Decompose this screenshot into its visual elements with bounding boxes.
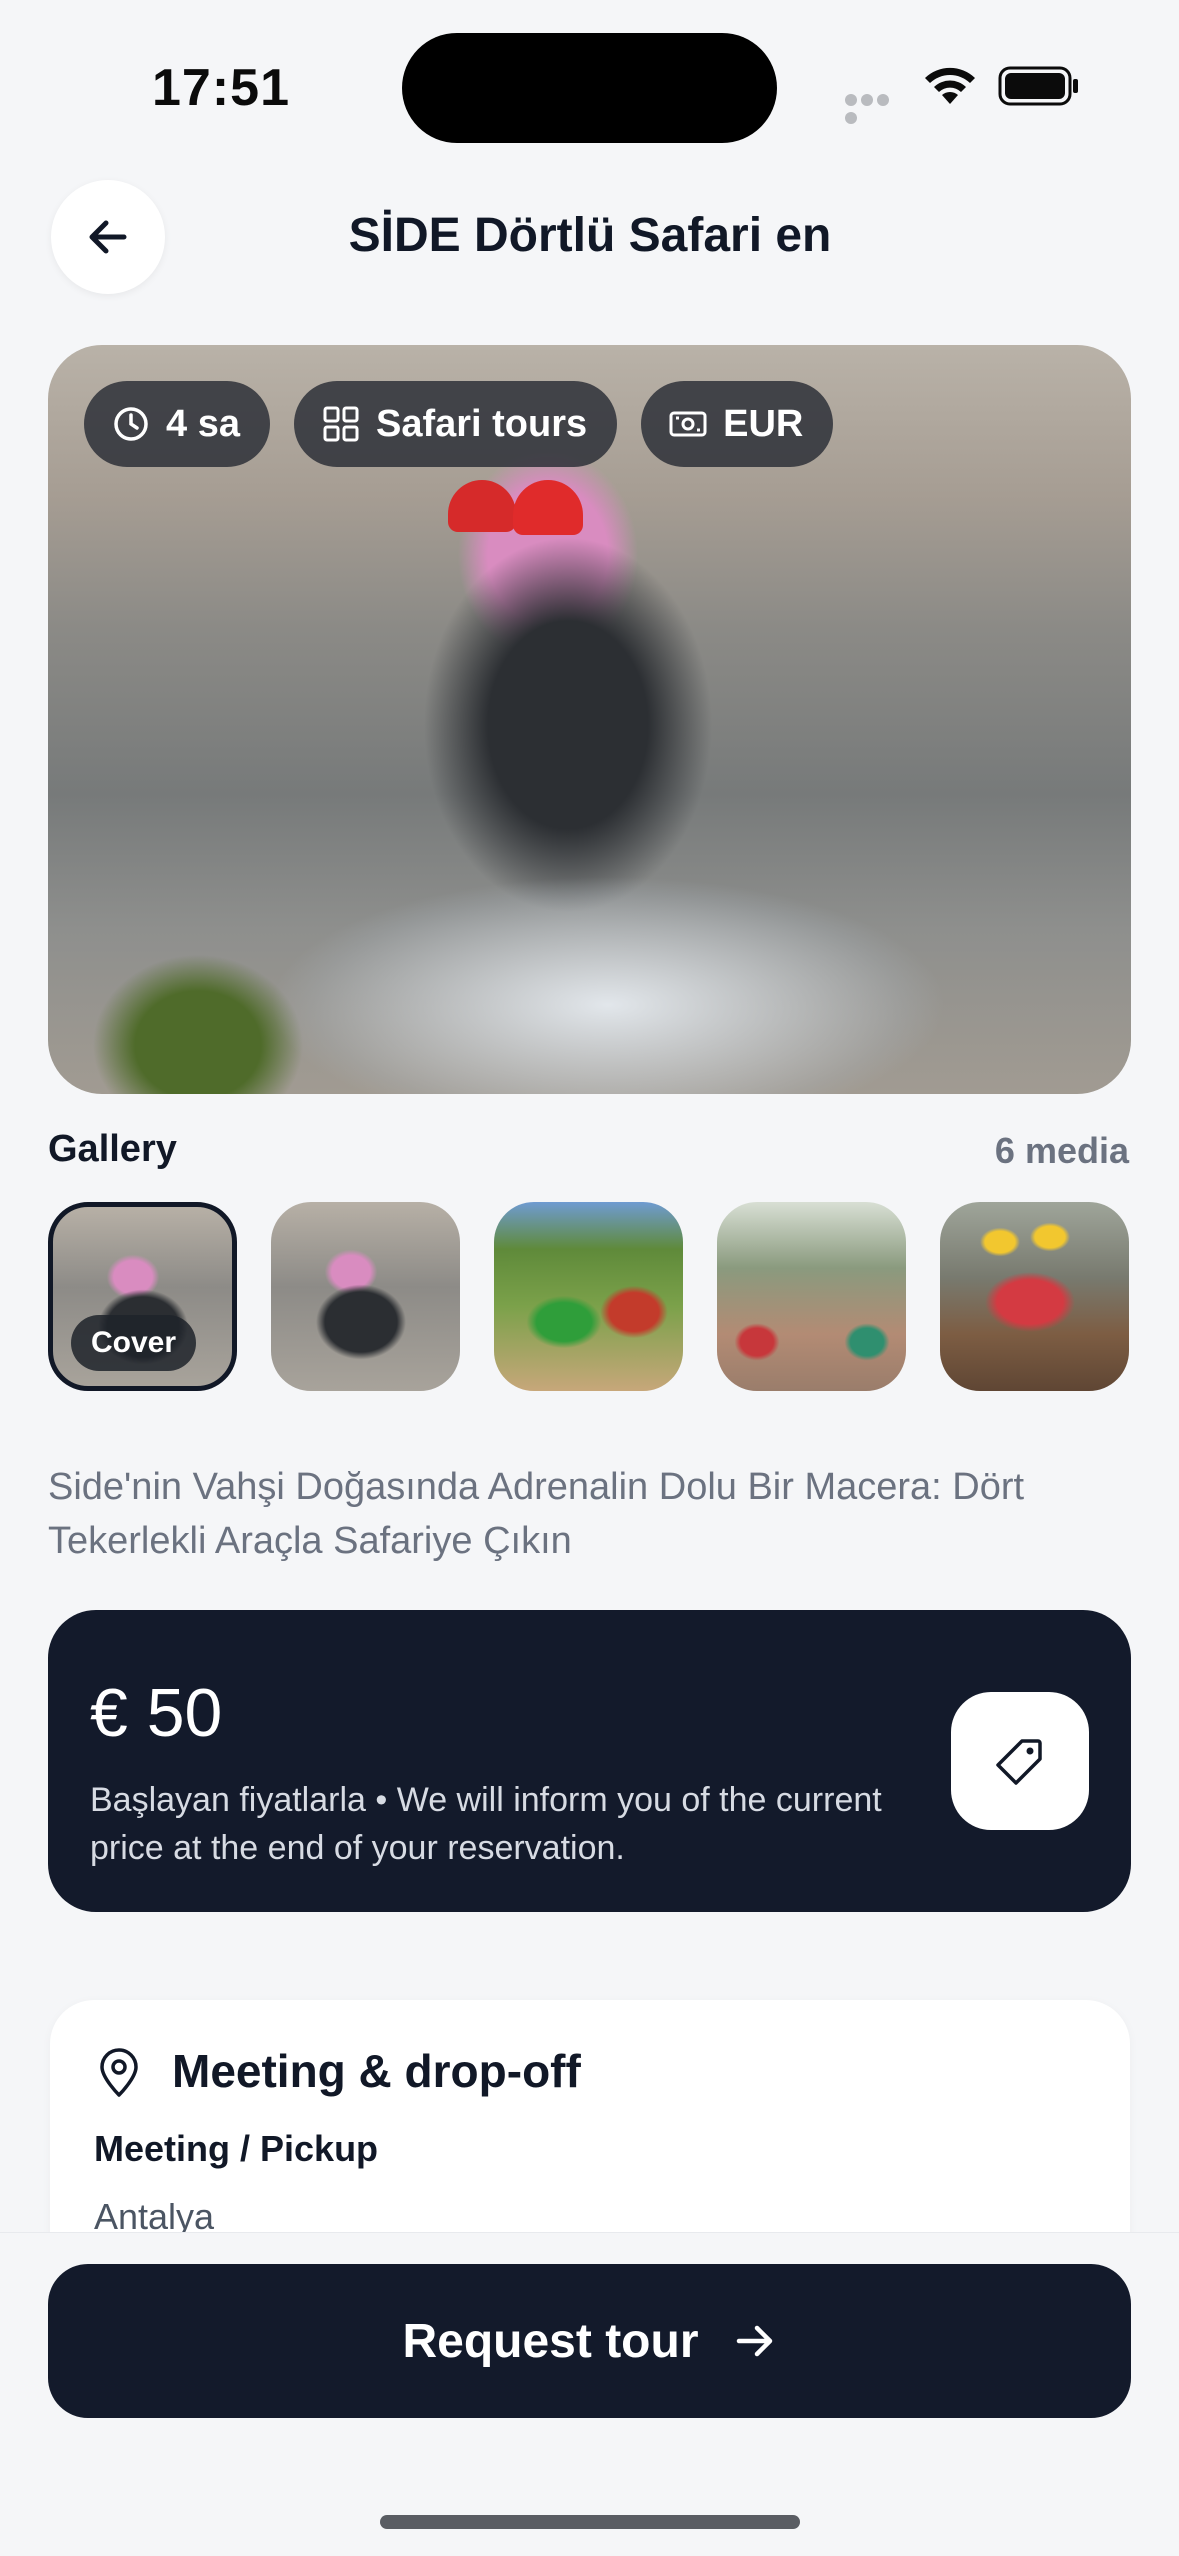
grid-icon [323, 406, 359, 442]
currency-chip: EUR [641, 381, 834, 467]
status-time: 17:51 [152, 59, 290, 117]
gallery-thumbnail[interactable] [271, 1202, 460, 1391]
hero-image[interactable]: 4 sa Safari tours EUR [48, 345, 1131, 1094]
hero-detail [448, 480, 516, 532]
cellular-signal-icon [845, 93, 905, 124]
map-pin-icon [100, 2048, 138, 2097]
duration-label: 4 sa [166, 402, 240, 445]
gallery-thumbnails: Cover [48, 1202, 1129, 1391]
wifi-icon [925, 67, 975, 104]
meeting-title: Meeting & drop-off [172, 2045, 581, 2097]
dynamic-island [402, 33, 777, 143]
hero-chips: 4 sa Safari tours EUR [84, 381, 834, 467]
home-indicator [380, 2515, 800, 2529]
duration-chip: 4 sa [84, 381, 270, 467]
back-button[interactable] [51, 180, 165, 294]
category-chip: Safari tours [293, 381, 618, 467]
price-card: € 50 Başlayan fiyatlarla • We will infor… [48, 1610, 1131, 1912]
battery-icon [998, 66, 1078, 106]
hero-detail [513, 480, 583, 535]
meeting-subtitle: Meeting / Pickup [94, 2128, 379, 2169]
arrow-left-icon [89, 220, 127, 254]
page-title: SİDE Dörtlü Safari en [348, 209, 832, 262]
price-amount: € 50 [90, 1675, 223, 1751]
price-note: Başlayan fiyatlarla • We will inform you… [90, 1781, 882, 1867]
clock-icon [114, 407, 148, 441]
gallery-thumbnail[interactable]: Cover [48, 1202, 237, 1391]
status-bar: 17:51 [0, 0, 1179, 170]
gallery-title: Gallery [48, 1128, 177, 1170]
request-tour-button[interactable]: Request tour [48, 2264, 1131, 2418]
banknote-icon [669, 411, 707, 437]
gallery-thumbnail[interactable] [940, 1202, 1129, 1391]
gallery-thumbnail[interactable] [717, 1202, 906, 1391]
tag-icon [996, 1739, 1042, 1785]
currency-label: EUR [723, 402, 804, 445]
tour-description: Side'nin Vahşi Doğasında Adrenalin Dolu … [48, 1466, 1025, 1562]
gallery-thumbnail[interactable] [494, 1202, 683, 1391]
category-label: Safari tours [375, 402, 588, 445]
cover-badge: Cover [71, 1315, 197, 1371]
arrow-right-icon [736, 2325, 772, 2357]
gallery-count: 6 media [994, 1130, 1129, 1171]
price-tag-button[interactable] [951, 1692, 1089, 1830]
request-tour-label: Request tour [402, 2314, 699, 2368]
